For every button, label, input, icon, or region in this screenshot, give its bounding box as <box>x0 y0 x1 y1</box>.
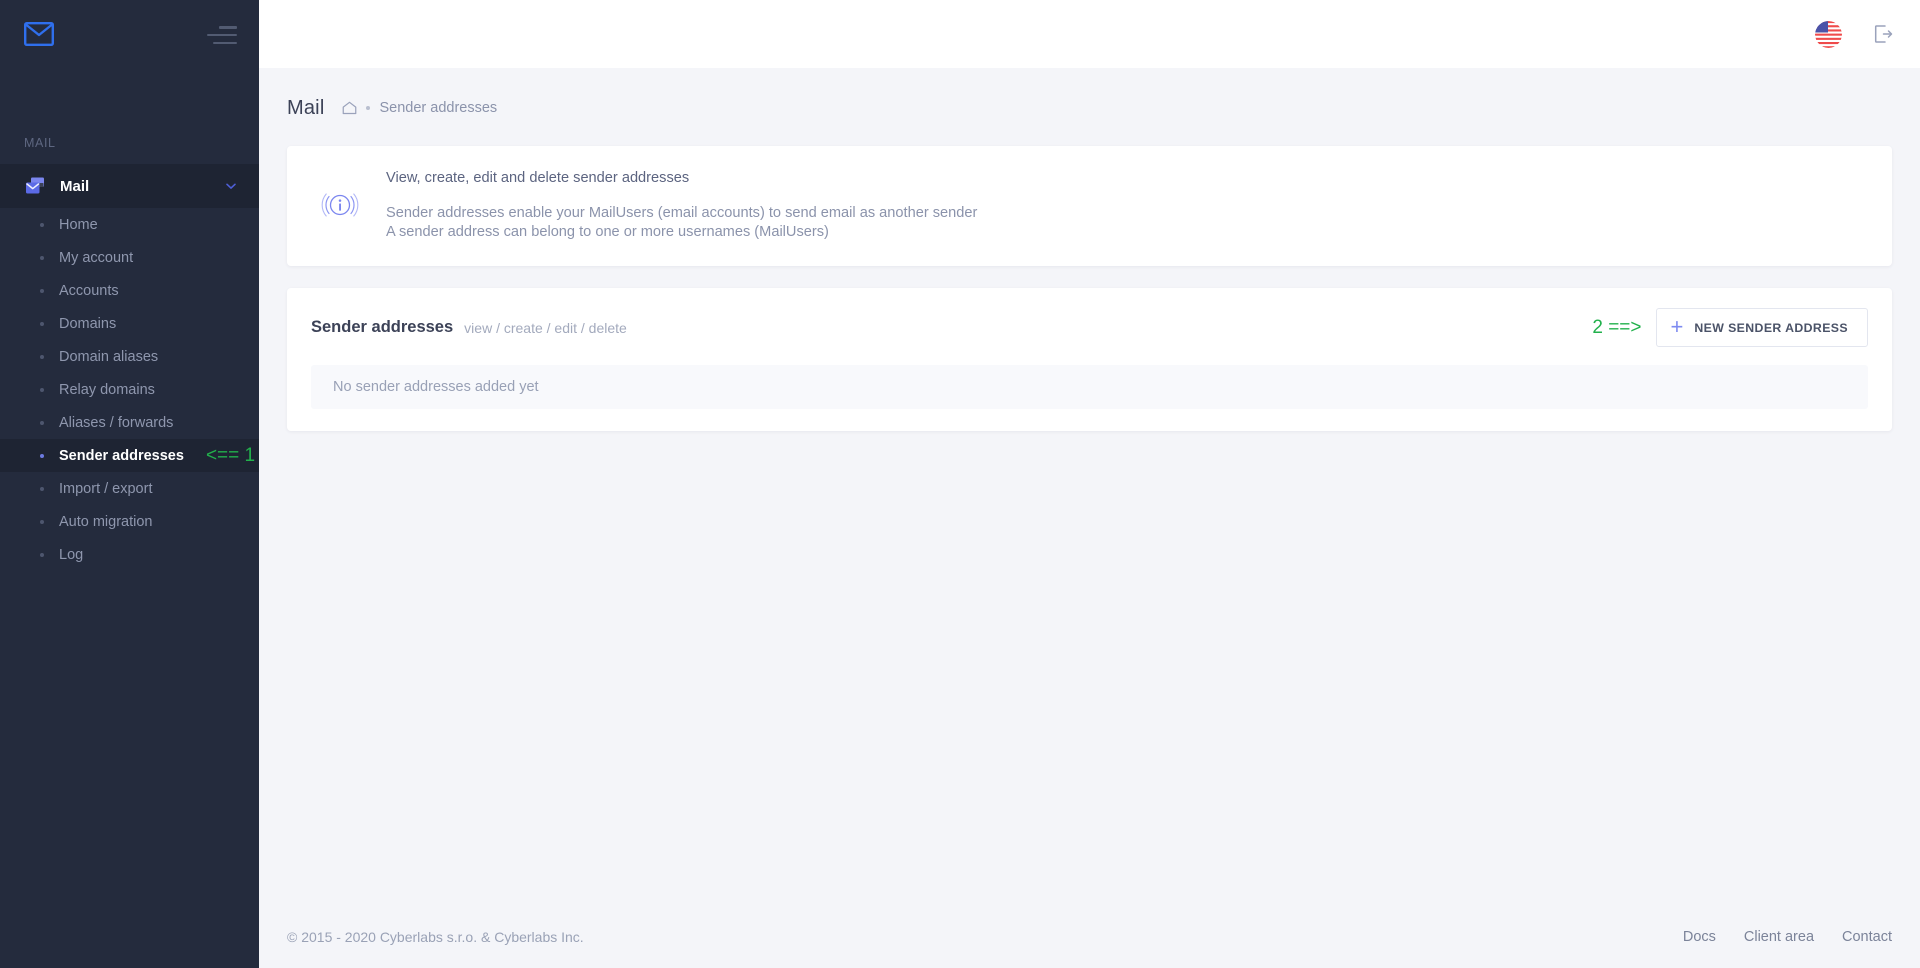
sidebar-item-log[interactable]: Log <box>0 538 259 571</box>
sidebar-item-label: Sender addresses <box>59 447 184 464</box>
sidebar-group-mail[interactable]: Mail <box>0 164 259 208</box>
sidebar: MAIL Mail Home My account Accounts Domai… <box>0 0 259 968</box>
sidebar-item-domains[interactable]: Domains <box>0 307 259 340</box>
sidebar-item-label: Import / export <box>59 480 153 497</box>
sidebar-section-label: MAIL <box>24 136 56 150</box>
us-flag-icon[interactable] <box>1815 20 1842 48</box>
footer-copyright: © 2015 - 2020 Cyberlabs s.r.o. & Cyberla… <box>287 929 584 945</box>
bullet-icon <box>40 453 44 458</box>
empty-state-message: No sender addresses added yet <box>311 365 1868 409</box>
hamburger-line <box>213 41 237 44</box>
info-card: View, create, edit and delete sender add… <box>287 146 1892 266</box>
envelope-icon[interactable] <box>24 22 54 46</box>
hamburger-icon[interactable] <box>205 24 237 44</box>
bullet-icon <box>40 486 44 491</box>
bullet-icon <box>40 552 44 557</box>
new-sender-address-button[interactable]: + NEW SENDER ADDRESS <box>1655 308 1868 347</box>
sender-addresses-card: Sender addresses view / create / edit / … <box>287 288 1892 431</box>
bullet-icon <box>40 321 44 326</box>
page-title: Mail <box>287 96 325 119</box>
logout-icon[interactable] <box>1872 23 1894 45</box>
sidebar-item-aliases-forwards[interactable]: Aliases / forwards <box>0 406 259 439</box>
card-title: Sender addresses <box>311 318 454 336</box>
sidebar-item-label: Domains <box>59 315 117 332</box>
sidebar-item-accounts[interactable]: Accounts <box>0 274 259 307</box>
footer-link-docs[interactable]: Docs <box>1683 929 1716 945</box>
sidebar-item-relay-domains[interactable]: Relay domains <box>0 373 259 406</box>
footer-link-client-area[interactable]: Client area <box>1744 929 1814 945</box>
mail-stack-icon <box>24 175 46 197</box>
bullet-icon <box>40 255 44 260</box>
app-root: MAIL Mail Home My account Accounts Domai… <box>0 0 1920 968</box>
footer-link-contact[interactable]: Contact <box>1842 929 1892 945</box>
bullet-icon <box>40 222 44 227</box>
bullet-icon <box>40 288 44 293</box>
annotation-marker-2: 2 ==> <box>1592 316 1642 338</box>
sidebar-nav-list: Home My account Accounts Domains Domain … <box>0 208 259 571</box>
bullet-icon <box>40 519 44 524</box>
sender-addresses-card-header: Sender addresses view / create / edit / … <box>287 288 1892 365</box>
sidebar-item-label: Relay domains <box>59 381 155 398</box>
sidebar-group-label: Mail <box>60 177 90 195</box>
footer-links: Docs Client area Contact <box>1683 929 1892 945</box>
sidebar-item-label: Accounts <box>59 282 119 299</box>
info-card-line-1: Sender addresses enable your MailUsers (… <box>386 205 978 221</box>
new-sender-address-label: NEW SENDER ADDRESS <box>1694 320 1848 335</box>
main-area: Mail Sender addresses View, create, edit… <box>259 0 1920 968</box>
sidebar-item-domain-aliases[interactable]: Domain aliases <box>0 340 259 373</box>
breadcrumb-separator <box>366 106 371 110</box>
info-card-body: View, create, edit and delete sender add… <box>386 168 977 242</box>
sidebar-item-my-account[interactable]: My account <box>0 241 259 274</box>
sidebar-item-label: Home <box>59 216 98 233</box>
bullet-icon <box>40 420 44 425</box>
bullet-icon <box>40 387 44 392</box>
bullet-icon <box>40 354 44 359</box>
home-icon[interactable] <box>342 101 357 115</box>
sidebar-item-home[interactable]: Home <box>0 208 259 241</box>
sidebar-header <box>0 0 259 68</box>
page-header: Mail Sender addresses <box>259 68 1920 124</box>
sidebar-item-label: Aliases / forwards <box>59 414 174 431</box>
sidebar-item-label: Log <box>59 546 84 563</box>
breadcrumb[interactable]: Sender addresses <box>379 100 497 116</box>
sidebar-item-sender-addresses[interactable]: Sender addresses <== 1 <box>0 439 259 472</box>
sidebar-item-label: Auto migration <box>59 513 153 530</box>
info-circle-icon <box>321 186 361 224</box>
sidebar-item-auto-migration[interactable]: Auto migration <box>0 505 259 538</box>
topbar <box>259 0 1920 68</box>
sidebar-item-label: My account <box>59 249 134 266</box>
annotation-marker-1: <== 1 <box>205 444 256 466</box>
sidebar-item-import-export[interactable]: Import / export <box>0 472 259 505</box>
footer: © 2015 - 2020 Cyberlabs s.r.o. & Cyberla… <box>259 906 1920 968</box>
card-header-actions: 2 ==> + NEW SENDER ADDRESS <box>1592 308 1868 347</box>
plus-icon: + <box>1670 314 1684 339</box>
hamburger-line <box>207 33 237 37</box>
card-subtitle: view / create / edit / delete <box>464 319 627 336</box>
content-area: View, create, edit and delete sender add… <box>259 124 1920 431</box>
info-card-line-2: A sender address can belong to one or mo… <box>386 224 829 240</box>
chevron-down-icon[interactable] <box>225 180 237 192</box>
info-card-title: View, create, edit and delete sender add… <box>386 170 690 186</box>
hamburger-line <box>219 26 237 29</box>
sidebar-item-label: Domain aliases <box>59 348 159 365</box>
